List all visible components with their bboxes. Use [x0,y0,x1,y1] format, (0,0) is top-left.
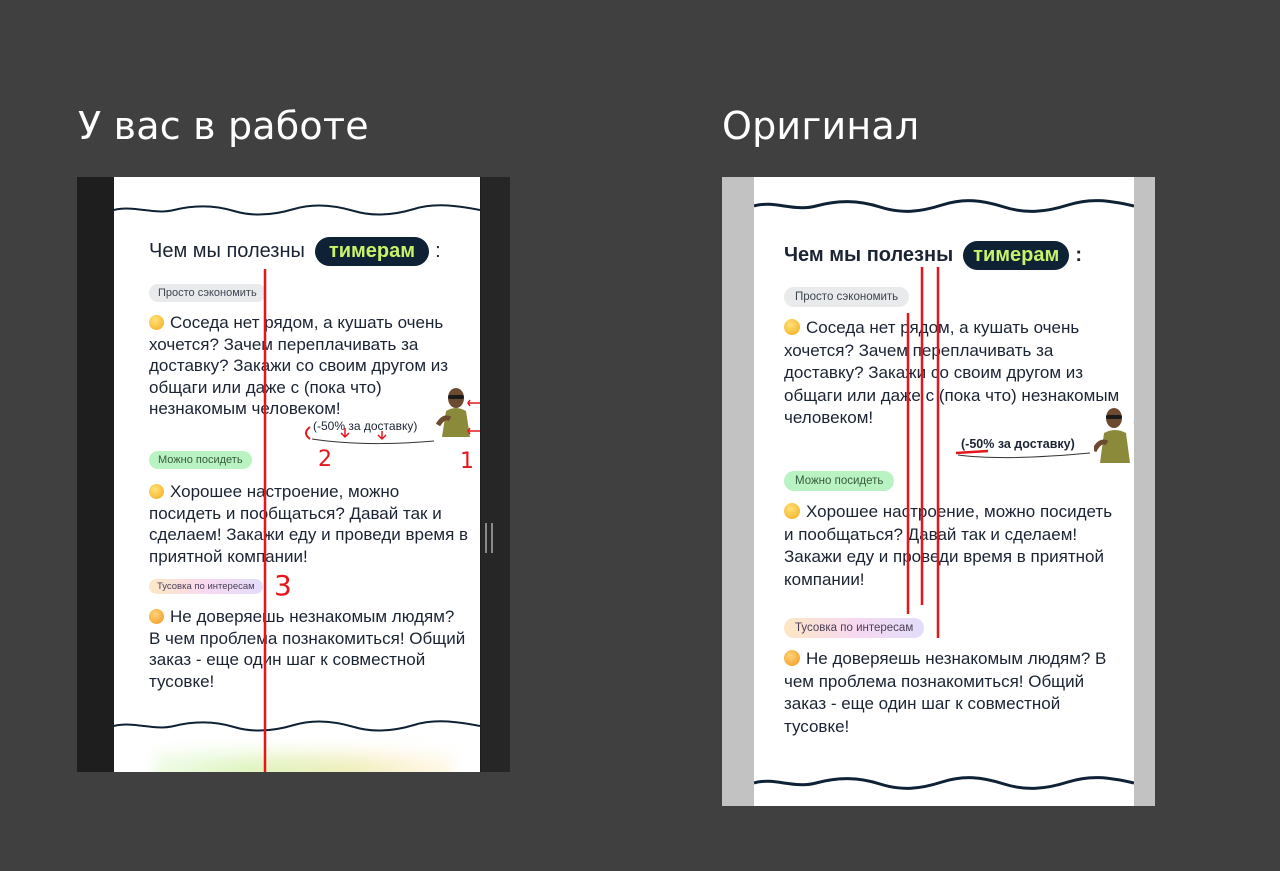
section-hangout-text: Хорошее настроение, можно посидеть и поо… [784,501,1124,591]
guy-sticker-image [1094,408,1130,463]
bottom-glow-decor [154,737,454,772]
section-save-body: Соседа нет рядом, а кушать очень хочется… [149,313,449,418]
markup-number-1: 1 [460,449,474,474]
bottom-wave-divider [114,720,480,732]
card-title: Чем мы полезны тимерам : [784,241,1082,270]
party-emoji-icon [784,650,800,666]
original-preview: Чем мы полезны тимерам : Просто сэкономи… [722,177,1155,806]
section-hangout-text: Хорошее настроение, можно посидеть и поо… [149,481,469,567]
section-save-body: Соседа нет рядом, а кушать очень хочется… [784,318,1120,427]
title-prefix: Чем мы полезны [149,240,305,262]
section-hangout-body: Хорошее настроение, можно посидеть и поо… [784,502,1113,589]
bottom-wave-divider [754,776,1134,790]
guy-sticker-image [436,388,470,437]
card-title: Чем мы полезны тимерам : [149,237,441,266]
title-suffix: : [435,240,441,262]
smile-emoji-icon [784,503,800,519]
tag-interests: Тусовка по интересам [784,618,925,638]
tag-hangout: Можно посидеть [784,471,895,491]
in-progress-preview: Чем мы полезны тимерам : Просто сэкономи… [77,177,510,772]
resize-bar[interactable] [481,177,510,772]
resize-grip-icon[interactable] [485,523,493,553]
top-wave-divider [754,199,1134,213]
section-save-text: Соседа нет рядом, а кушать очень хочется… [149,312,469,420]
markup-number-2: 2 [318,447,332,472]
section-hangout-body: Хорошее настроение, можно посидеть и поо… [149,482,469,566]
section-interests-text: Не доверяешь незнакомым людям? В чем про… [149,606,469,692]
section-save-text: Соседа нет рядом, а кушать очень хочется… [784,317,1124,430]
discount-label: (-50% за доставку) [313,419,418,433]
tag-interests: Тусовка по интересам [149,579,263,594]
smirk-emoji-icon [784,319,800,335]
title-highlight-pill: тимерам [963,241,1070,270]
markup-number-3: 3 [274,569,292,602]
tag-hangout: Можно посидеть [149,451,252,469]
section-interests-text: Не доверяешь незнакомым людям? В чем про… [784,648,1124,738]
smile-emoji-icon [149,484,164,499]
original-page: Чем мы полезны тимерам : Просто сэкономи… [754,177,1134,806]
title-highlight-pill: тимерам [314,237,430,266]
section-interests-body: Не доверяешь незнакомым людям? В чем про… [784,649,1107,736]
title-suffix: : [1075,244,1082,266]
tag-save: Просто сэкономить [149,284,266,302]
smirk-emoji-icon [149,315,164,330]
party-emoji-icon [149,609,164,624]
tag-save: Просто сэкономить [784,287,910,307]
heading-in-progress: У вас в работе [78,104,369,148]
discount-label: (-50% за доставку) [961,437,1075,451]
section-interests-body: Не доверяешь незнакомым людям? В чем про… [149,607,466,691]
in-progress-page: Чем мы полезны тимерам : Просто сэкономи… [114,177,480,772]
heading-original: Оригинал [722,104,920,148]
top-wave-divider [114,204,480,216]
title-prefix: Чем мы полезны [784,244,954,266]
